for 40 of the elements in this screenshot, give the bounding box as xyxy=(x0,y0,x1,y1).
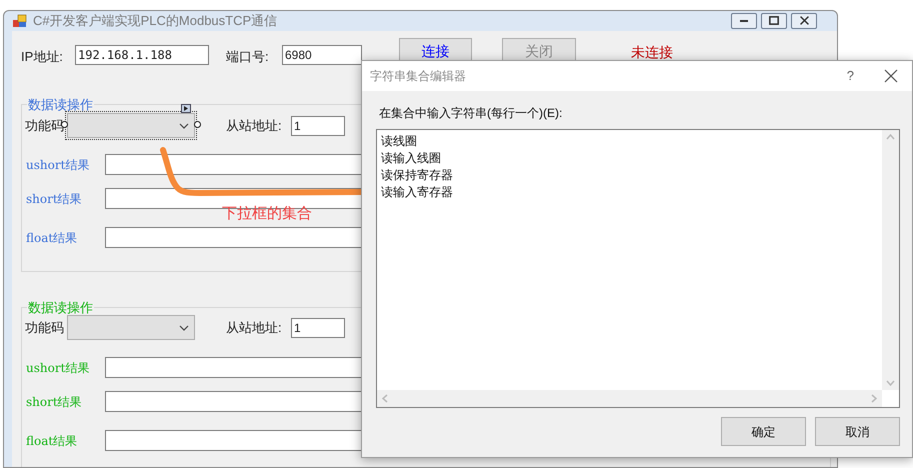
port-label: 端口号: xyxy=(226,48,270,66)
slave-address-label: 从站地址: xyxy=(226,116,283,135)
smart-tag-button[interactable] xyxy=(181,104,191,113)
result-label: float结果 xyxy=(25,230,78,246)
status-text: 未连接 xyxy=(631,42,673,62)
ip-field[interactable]: 192.168.1.188 xyxy=(75,44,209,64)
minimize-icon xyxy=(740,20,748,22)
window-title: C#开发客户端实现PLC的ModbusTCP通信 xyxy=(33,12,278,30)
text-line: 读保持寄存器 xyxy=(381,167,453,184)
close-icon xyxy=(800,16,808,26)
annotation-text: 下拉框的集合 xyxy=(222,204,312,224)
result-label: short结果 xyxy=(25,394,83,410)
maximize-icon xyxy=(769,16,779,26)
result-label: ushort结果 xyxy=(25,156,90,174)
caret-icon xyxy=(179,122,189,128)
text-area[interactable]: 读线圈 读输入线圈 读保持寄存器 读输入寄存器 xyxy=(376,129,900,408)
slave-address-label: 从站地址: xyxy=(226,318,283,337)
maximize-button[interactable] xyxy=(761,12,787,29)
text-line: 读输入寄存器 xyxy=(381,184,453,201)
text-line: 读输入线圈 xyxy=(381,150,442,167)
slave-address-field[interactable]: 1 xyxy=(291,116,345,136)
result-label: short结果 xyxy=(25,190,83,208)
dialog-button[interactable]: 确定 xyxy=(721,417,806,446)
close-icon[interactable] xyxy=(884,69,898,83)
app-icon xyxy=(12,12,28,29)
port-field[interactable]: 6980 xyxy=(282,44,362,64)
help-button[interactable]: ? xyxy=(846,66,854,86)
ip-label: IP地址: xyxy=(21,48,64,66)
caret-icon xyxy=(179,324,189,330)
result-label: ushort结果 xyxy=(25,360,90,376)
resize-handle[interactable] xyxy=(194,121,201,128)
dialog-title: 字符串集合编辑器 xyxy=(370,68,466,85)
prompt-text: 在集合中输入字符串(每行一个)(E): xyxy=(379,105,564,122)
close-button[interactable] xyxy=(791,12,817,29)
slave-address-field[interactable]: 1 xyxy=(291,318,345,338)
function-code-label: 功能码 xyxy=(25,318,61,337)
text-line: 读线圈 xyxy=(381,133,418,150)
result-label: float结果 xyxy=(25,432,78,450)
minimize-button[interactable] xyxy=(731,12,757,29)
dialog-button[interactable]: 取消 xyxy=(815,417,900,446)
